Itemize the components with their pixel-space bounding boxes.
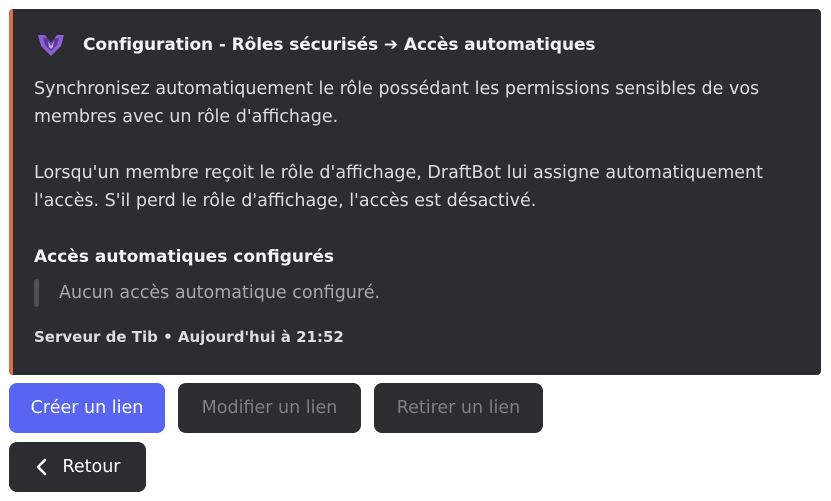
field-value: Aucun accès automatique configuré.: [34, 279, 380, 307]
chevron-left-icon: [35, 458, 47, 476]
embed-header: Configuration - Rôles sécurisés ➔ Accès …: [35, 29, 596, 61]
remove-link-label: Retirer un lien: [396, 398, 521, 418]
field-value-text: Aucun accès automatique configuré.: [59, 283, 381, 303]
description-paragraph: Lorsqu'un membre reçoit le rôle d'affich…: [34, 163, 764, 211]
modify-link-button[interactable]: Modifier un lien: [178, 383, 361, 433]
blockquote-bar: [34, 279, 39, 307]
create-link-label: Créer un lien: [30, 398, 144, 418]
field-name: Accès automatiques configurés: [34, 247, 334, 267]
embed-title: Configuration - Rôles sécurisés ➔ Accès …: [83, 35, 596, 55]
remove-link-button[interactable]: Retirer un lien: [374, 383, 543, 433]
embed-accent-bar: [9, 9, 13, 375]
draftbot-logo-icon: [35, 29, 67, 61]
back-label: Retour: [62, 457, 121, 477]
embed-card: Configuration - Rôles sécurisés ➔ Accès …: [9, 9, 821, 375]
embed-footer: Serveur de Tib • Aujourd'hui à 21:52: [34, 328, 344, 346]
back-button[interactable]: Retour: [9, 442, 146, 492]
embed-description: Synchronisez automatiquement le rôle pos…: [34, 75, 809, 215]
modify-link-label: Modifier un lien: [201, 398, 338, 418]
description-paragraph: Synchronisez automatiquement le rôle pos…: [34, 79, 760, 127]
create-link-button[interactable]: Créer un lien: [9, 383, 165, 433]
